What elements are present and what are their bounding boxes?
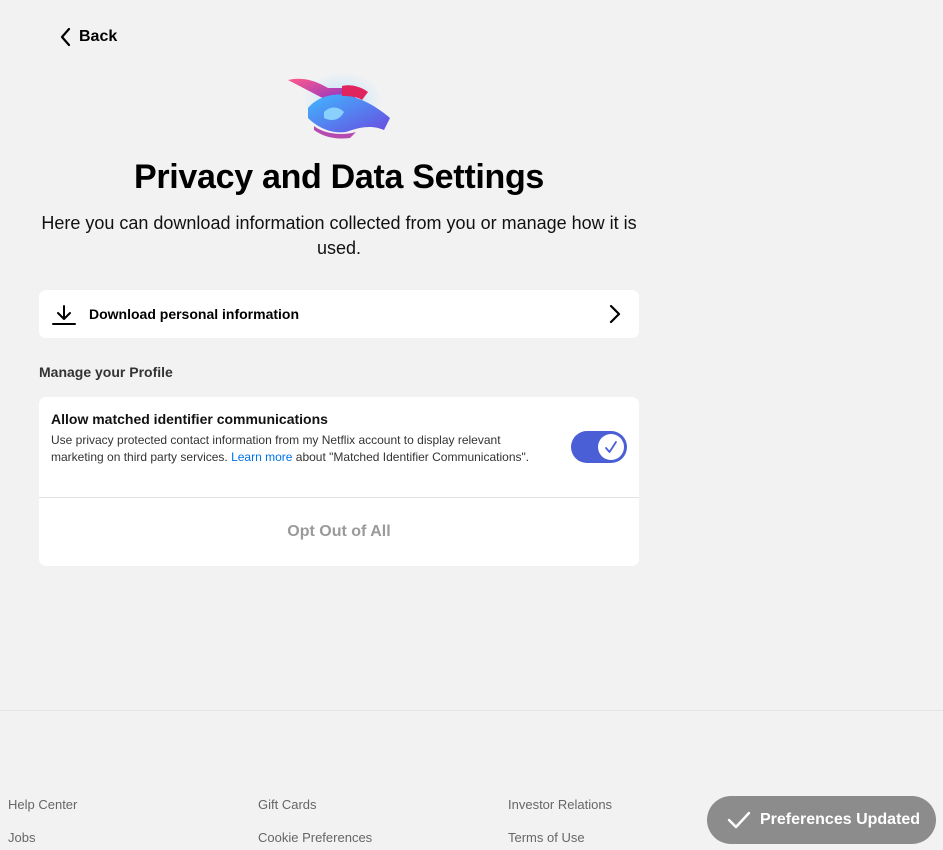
setting-description: Use privacy protected contact informatio… bbox=[51, 432, 551, 466]
footer-link-cookie-preferences[interactable]: Cookie Preferences bbox=[258, 830, 372, 845]
setting-title: Allow matched identifier communications bbox=[51, 411, 328, 427]
profile-settings-card: Allow matched identifier communications … bbox=[39, 397, 639, 566]
learn-more-link[interactable]: Learn more bbox=[231, 450, 292, 464]
setting-desc-text-end: about "Matched Identifier Communications… bbox=[292, 450, 530, 464]
download-icon bbox=[52, 305, 76, 325]
handshake-illustration bbox=[288, 72, 390, 139]
toast-label: Preferences Updated bbox=[760, 811, 921, 828]
footer-divider bbox=[0, 710, 943, 711]
preferences-updated-toast: Preferences Updated bbox=[707, 796, 936, 844]
chevron-right-icon bbox=[609, 305, 621, 323]
back-button[interactable]: Back bbox=[59, 27, 117, 47]
footer-link-help-center[interactable]: Help Center bbox=[8, 797, 77, 812]
footer-link-terms-of-use[interactable]: Terms of Use bbox=[508, 830, 585, 845]
checkmark-icon bbox=[727, 811, 751, 829]
checkmark-icon bbox=[605, 441, 617, 453]
toggle-knob bbox=[598, 434, 624, 460]
chevron-left-icon bbox=[60, 27, 71, 47]
download-label: Download personal information bbox=[89, 306, 300, 322]
download-info-row[interactable]: Download personal information bbox=[39, 290, 639, 338]
footer-link-gift-cards[interactable]: Gift Cards bbox=[258, 797, 317, 812]
page-subtitle: Here you can download information collec… bbox=[41, 213, 637, 258]
section-title: Manage your Profile bbox=[39, 364, 173, 380]
page-title: Privacy and Data Settings bbox=[133, 158, 545, 196]
matched-identifier-toggle[interactable] bbox=[571, 431, 627, 463]
footer-link-investor-relations[interactable]: Investor Relations bbox=[508, 797, 612, 812]
back-label: Back bbox=[79, 28, 118, 45]
opt-out-all-button[interactable]: Opt Out of All bbox=[39, 498, 639, 566]
privacy-page: Back Privacy and Data Settings Here you … bbox=[0, 0, 943, 850]
footer-link-jobs[interactable]: Jobs bbox=[8, 830, 35, 845]
